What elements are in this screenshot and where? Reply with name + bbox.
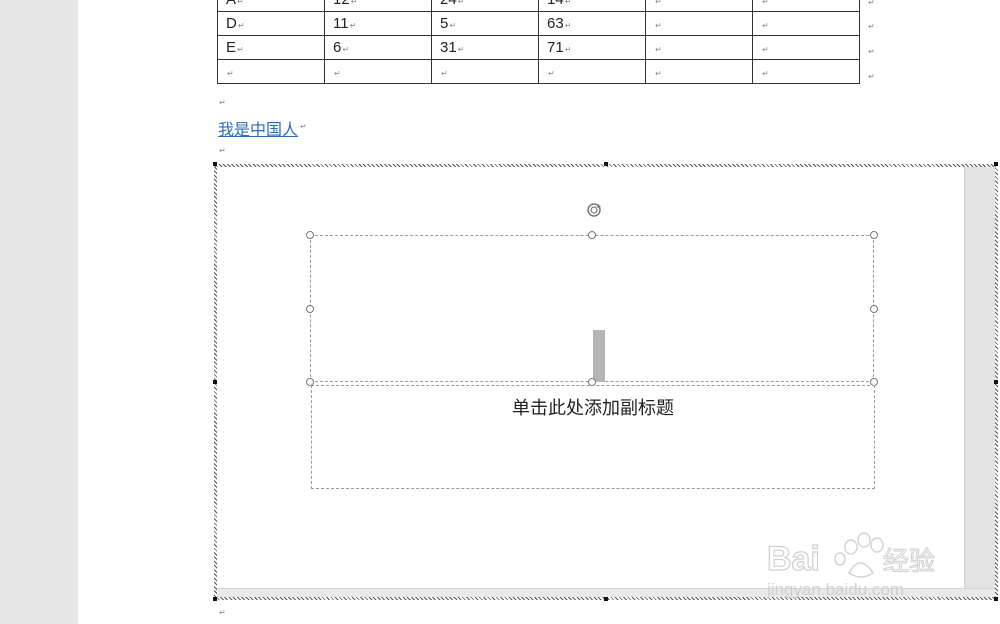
paragraph-mark: ↵ [300, 122, 307, 131]
table-cell[interactable]: ↵ [752, 11, 860, 36]
object-resize-handle[interactable] [604, 162, 608, 166]
title-placeholder[interactable] [310, 235, 874, 382]
table-cell[interactable]: ↵ [645, 35, 753, 60]
table-cell[interactable]: E↵ [217, 35, 325, 60]
object-resize-handle[interactable] [213, 597, 217, 601]
table-cell[interactable]: ↵ [645, 0, 753, 12]
resize-handle[interactable] [306, 231, 314, 239]
table-row: A↵ 12↵ 24↵ 14↵ ↵ ↵ [217, 0, 860, 12]
object-resize-handle[interactable] [994, 162, 998, 166]
hyperlink[interactable]: 我是中国人 [218, 116, 298, 140]
watermark-url: jingyan.baidu.com [766, 580, 904, 599]
table-cell[interactable]: ↵ [324, 59, 432, 84]
object-resize-handle[interactable] [994, 380, 998, 384]
resize-handle[interactable] [588, 231, 596, 239]
table-cell[interactable]: 14↵ [538, 0, 646, 12]
subtitle-placeholder[interactable]: 单击此处添加副标题 [311, 385, 875, 489]
watermark-brand-cn: 经验 [883, 547, 935, 577]
table-cell[interactable]: 71↵ [538, 35, 646, 60]
table-cell[interactable]: 31↵ [431, 35, 539, 60]
rotate-handle-icon[interactable] [585, 201, 603, 219]
paragraph-mark: ↵ [219, 146, 226, 155]
table-cell[interactable]: 11↵ [324, 11, 432, 36]
table-cell[interactable]: ↵ [431, 59, 539, 84]
watermark-brand: Bai [767, 540, 820, 578]
baidu-watermark-logo: Bai 经验 jingyan.baidu.com [766, 532, 936, 599]
table-cell[interactable]: ↵ [645, 59, 753, 84]
object-resize-handle[interactable] [213, 162, 217, 166]
paragraph-mark: ↵ [219, 98, 226, 107]
table-row: D↵ 11↵ 5↵ 63↵ ↵ ↵ [217, 11, 860, 36]
data-table: A↵ 12↵ 24↵ 14↵ ↵ ↵ D↵ 11↵ 5↵ 63↵ ↵ ↵ E↵ … [217, 0, 860, 84]
row-end-mark: ↵ [868, 0, 875, 7]
object-resize-handle[interactable] [604, 597, 608, 601]
resize-handle[interactable] [306, 305, 314, 313]
table-cell[interactable]: 5↵ [431, 11, 539, 36]
table-cell[interactable]: 63↵ [538, 11, 646, 36]
table-cell[interactable]: ↵ [752, 59, 860, 84]
object-resize-handle[interactable] [994, 597, 998, 601]
table-cell[interactable]: ↵ [752, 0, 860, 12]
table-cell[interactable]: 6↵ [324, 35, 432, 60]
table-cell[interactable]: A↵ [217, 0, 325, 12]
row-end-mark: ↵ [868, 47, 875, 56]
row-end-mark: ↵ [868, 72, 875, 81]
table-cell[interactable]: ↵ [217, 59, 325, 84]
table-row: ↵ ↵ ↵ ↵ ↵ ↵ [217, 59, 860, 84]
table-cell[interactable]: ↵ [645, 11, 753, 36]
object-resize-handle[interactable] [213, 380, 217, 384]
table-cell[interactable]: 12↵ [324, 0, 432, 12]
table-row: E↵ 6↵ 31↵ 71↵ ↵ ↵ [217, 35, 860, 60]
table-cell[interactable]: ↵ [538, 59, 646, 84]
table-cell[interactable]: ↵ [752, 35, 860, 60]
table-cell[interactable]: 24↵ [431, 0, 539, 12]
text-cursor [593, 330, 605, 382]
resize-handle[interactable] [870, 231, 878, 239]
paragraph-mark: ↵ [219, 608, 226, 617]
vertical-scrollbar[interactable] [964, 167, 995, 589]
table-cell[interactable]: D↵ [217, 11, 325, 36]
resize-handle[interactable] [870, 305, 878, 313]
subtitle-placeholder-text: 单击此处添加副标题 [512, 398, 674, 419]
row-end-mark: ↵ [868, 22, 875, 31]
